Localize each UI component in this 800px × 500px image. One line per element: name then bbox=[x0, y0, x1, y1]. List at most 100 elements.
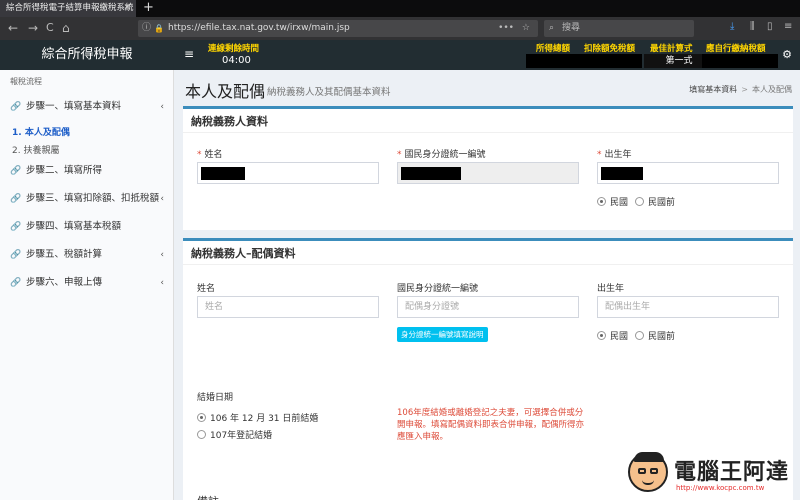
spouse-era-option[interactable]: 民國 bbox=[597, 329, 628, 342]
link-tax-payable[interactable]: 應自行繳納稅額 bbox=[706, 42, 766, 54]
spouse-birth-field[interactable]: 配偶出生年 bbox=[597, 296, 779, 318]
divider bbox=[183, 132, 793, 133]
spouse-era-option[interactable]: 民國前 bbox=[635, 329, 675, 342]
spouse-id-field[interactable]: 配偶身分證號 bbox=[397, 296, 579, 318]
sidebar: 報稅流程 🔗 步驟一、填寫基本資料 ‹ 1. 本人及配偶 2. 扶養親屬 🔗 步… bbox=[0, 70, 174, 500]
new-tab-icon[interactable]: + bbox=[143, 0, 154, 16]
link-icon: 🔗 bbox=[10, 166, 22, 176]
id-help-button[interactable]: 身分證統一編號填寫說明 bbox=[397, 327, 488, 342]
spouse-id-label: 國民身分證統一編號 bbox=[397, 284, 479, 294]
link-icon: 🔗 bbox=[10, 250, 22, 260]
chevron-left-icon: ‹ bbox=[160, 194, 164, 204]
taxpayer-name-label: * 姓名 bbox=[197, 150, 223, 160]
sidebar-subitem-dependents[interactable]: 2. 扶養親屬 bbox=[12, 143, 59, 156]
chevron-left-icon: ‹ bbox=[160, 278, 164, 288]
link-deductions[interactable]: 扣除額免稅額 bbox=[584, 42, 635, 54]
page-title: 本人及配偶 bbox=[185, 82, 266, 101]
marriage-option[interactable]: 106 年 12 月 31 日前結婚 bbox=[197, 411, 318, 424]
taxpayer-box: 納稅義務人資料 * 姓名 * 國民身分證統一編號 * 出生年 民國 民國前 bbox=[183, 106, 793, 230]
app-brand[interactable]: 綜合所得稅申報 bbox=[0, 40, 174, 70]
back-icon[interactable]: ← bbox=[8, 21, 18, 35]
timer-value: 04:00 bbox=[222, 55, 251, 66]
menu-toggle-icon[interactable]: ≡ bbox=[184, 47, 194, 61]
sidebar-toggle-icon[interactable]: ▯ bbox=[767, 21, 773, 32]
browser-menu-icon[interactable]: ≡ bbox=[784, 21, 792, 32]
marriage-notice: 106年度結婚或離婚登記之夫妻，可選擇合併或分開申報。填寫配偶資料即表合併申報，… bbox=[397, 408, 585, 442]
sidebar-item-step5[interactable]: 🔗 步驟五、稅額計算 ‹ bbox=[0, 242, 174, 268]
reload-icon[interactable]: C bbox=[46, 21, 54, 35]
watermark-logo: 電腦王阿達 http://www.kocpc.com.tw bbox=[618, 448, 794, 498]
radio-selected-icon bbox=[597, 197, 606, 206]
timer-label: 連線剩餘時間 bbox=[208, 44, 260, 54]
sidebar-subitem-self-spouse[interactable]: 1. 本人及配偶 bbox=[12, 125, 70, 138]
bookmark-star-icon[interactable]: ☆ bbox=[522, 20, 530, 37]
spouse-name-field[interactable]: 姓名 bbox=[197, 296, 379, 318]
redacted-value bbox=[201, 167, 245, 180]
page-subtitle: 納稅義務人及其配偶基本資料 bbox=[267, 87, 391, 98]
main-content: 本人及配偶 納稅義務人及其配偶基本資料 填寫基本資料 > 本人及配偶 納稅義務人資料… bbox=[175, 70, 800, 500]
breadcrumb-current: 本人及配偶 bbox=[752, 85, 792, 94]
page-actions-icon[interactable]: ••• bbox=[498, 20, 514, 37]
marriage-date-label: 結婚日期 bbox=[197, 393, 234, 403]
sidebar-item-label: 步驟一、填寫基本資料 bbox=[26, 101, 122, 112]
watermark-url: http://www.kocpc.com.tw bbox=[676, 484, 765, 492]
link-icon: 🔗 bbox=[10, 102, 22, 112]
sidebar-item-step3[interactable]: 🔗 步驟三、填寫扣除額、扣抵稅額 ‹ bbox=[0, 186, 174, 212]
sidebar-item-label: 步驟三、填寫扣除額、扣抵稅額 bbox=[26, 193, 160, 204]
library-icon[interactable]: ⫼ bbox=[750, 21, 755, 32]
sidebar-item-step6[interactable]: 🔗 步驟六、申報上傳 ‹ bbox=[0, 270, 174, 296]
taxpayer-birth-field[interactable] bbox=[597, 162, 779, 184]
mascot-icon bbox=[628, 452, 668, 492]
gear-icon[interactable]: ⚙ bbox=[782, 48, 792, 61]
search-input[interactable]: ⌕ 搜尋 bbox=[544, 20, 694, 37]
watermark-name: 電腦王阿達 bbox=[674, 460, 790, 485]
taxpayer-name-field[interactable] bbox=[197, 162, 379, 184]
browser-tab-bar: 綜合所得稅電子結算申報繳稅系統 ✕ + bbox=[0, 0, 800, 17]
browser-tab[interactable]: 綜合所得稅電子結算申報繳稅系統 ✕ bbox=[0, 0, 136, 17]
link-icon: 🔗 bbox=[10, 194, 22, 204]
radio-icon bbox=[197, 430, 206, 439]
breadcrumb-item[interactable]: 填寫基本資料 bbox=[689, 85, 737, 94]
taxpayer-box-title: 納稅義務人資料 bbox=[191, 115, 268, 128]
radio-selected-icon bbox=[597, 331, 606, 340]
home-icon[interactable]: ⌂ bbox=[62, 21, 70, 35]
taxpayer-id-label: * 國民身分證統一編號 bbox=[397, 150, 486, 160]
tab-close-icon[interactable]: ✕ bbox=[123, 0, 131, 17]
redacted-value bbox=[401, 167, 461, 180]
search-icon: ⌕ bbox=[549, 23, 555, 33]
link-total-income[interactable]: 所得總額 bbox=[536, 42, 570, 54]
sidebar-item-step2[interactable]: 🔗 步驟二、填寫所得 bbox=[0, 158, 174, 184]
chevron-left-icon: ‹ bbox=[160, 102, 164, 112]
remarks-label: 備註 bbox=[197, 493, 219, 500]
taxpayer-era-option[interactable]: 民國 bbox=[597, 195, 628, 208]
sidebar-item-step1[interactable]: 🔗 步驟一、填寫基本資料 ‹ bbox=[0, 94, 174, 120]
taxpayer-birth-label: * 出生年 bbox=[597, 150, 632, 160]
divider bbox=[183, 264, 793, 265]
url-text: https://efile.tax.nat.gov.tw/irxw/main.j… bbox=[168, 23, 350, 33]
spouse-birth-label: 出生年 bbox=[597, 284, 625, 294]
redacted-value bbox=[526, 54, 642, 68]
taxpayer-era-option[interactable]: 民國前 bbox=[635, 195, 675, 208]
tab-title: 綜合所得稅電子結算申報繳稅系統 bbox=[6, 3, 134, 13]
forward-icon[interactable]: → bbox=[28, 21, 38, 35]
url-bar[interactable]: ⓘ 🔒 https://efile.tax.nat.gov.tw/irxw/ma… bbox=[138, 20, 538, 37]
download-icon[interactable]: ⤓ bbox=[730, 21, 734, 32]
redacted-value bbox=[601, 167, 643, 180]
sidebar-item-step4[interactable]: 🔗 步驟四、填寫基本稅額 bbox=[0, 214, 174, 240]
radio-icon bbox=[635, 331, 644, 340]
link-best-method[interactable]: 最佳計算式 bbox=[650, 42, 693, 54]
app-header: ≡ 連線剩餘時間 04:00 所得總額 扣除額免稅額 最佳計算式 應自行繳納稅額… bbox=[174, 40, 800, 70]
spouse-name-label: 姓名 bbox=[197, 284, 216, 294]
sidebar-item-label: 步驟六、申報上傳 bbox=[26, 277, 103, 288]
marriage-option[interactable]: 107年登記結婚 bbox=[197, 428, 272, 441]
search-placeholder: 搜尋 bbox=[562, 23, 581, 33]
info-icon[interactable]: ⓘ bbox=[142, 20, 151, 37]
breadcrumb: 填寫基本資料 > 本人及配偶 bbox=[689, 84, 792, 95]
sidebar-item-label: 步驟四、填寫基本稅額 bbox=[26, 221, 122, 232]
redacted-value bbox=[702, 54, 778, 68]
spouse-box-title: 納稅義務人–配偶資料 bbox=[191, 247, 296, 260]
taxpayer-id-field bbox=[397, 162, 579, 184]
lock-icon: 🔒 bbox=[154, 24, 164, 33]
breadcrumb-separator: > bbox=[741, 85, 748, 94]
sidebar-item-label: 步驟五、稅額計算 bbox=[26, 249, 103, 260]
